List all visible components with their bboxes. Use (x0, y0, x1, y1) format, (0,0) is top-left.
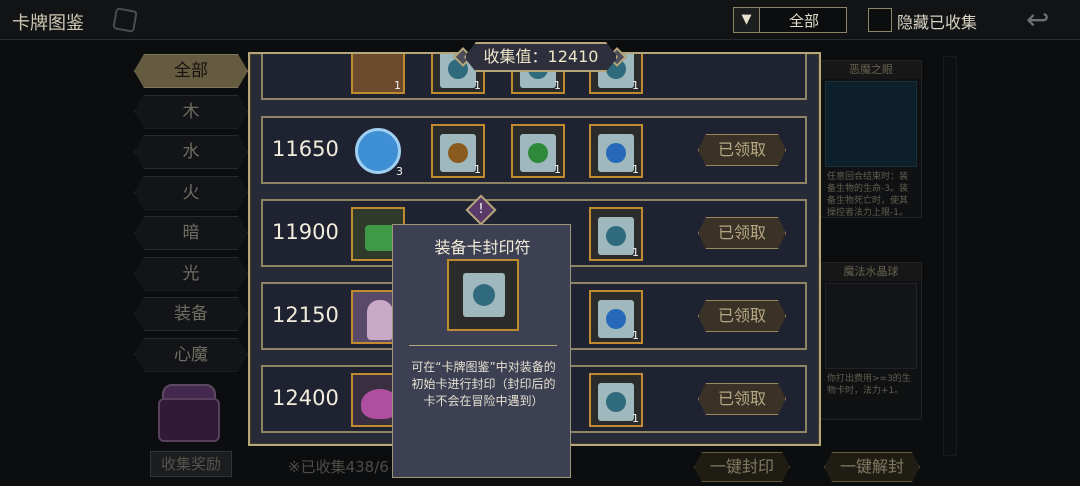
reward-item[interactable]: 1 (589, 124, 643, 178)
reward-item[interactable]: 1 (589, 290, 643, 344)
hide-collected-checkbox[interactable] (868, 8, 892, 32)
back-icon[interactable]: ↩ (1026, 6, 1066, 34)
hide-collected-label: 隐藏已收集 (897, 13, 978, 32)
scroll-icon (520, 134, 556, 172)
table-row: 11650 3 1 1 1 已领取 (261, 116, 807, 184)
scroll-icon (598, 134, 634, 172)
reward-item[interactable]: 1 (589, 373, 643, 427)
scroll-icon (598, 217, 634, 255)
filter-value: 全部 (788, 12, 819, 30)
scroll-icon (598, 300, 634, 338)
claimed-button[interactable]: 已领取 (698, 134, 786, 166)
row-threshold: 11650 (272, 137, 339, 161)
claimed-button[interactable]: 已领取 (698, 217, 786, 249)
green-cube-icon (365, 225, 395, 251)
row-threshold: 11900 (272, 220, 339, 244)
filter-dropdown[interactable]: ▼ 全部 (733, 7, 847, 33)
page-title: 卡牌图鉴 (12, 13, 84, 34)
seal-scroll-icon (447, 259, 519, 331)
scroll-icon (440, 134, 476, 172)
row-threshold: 12150 (272, 303, 339, 327)
portrait-icon (367, 300, 393, 340)
item-tooltip: 装备卡封印符 可在“卡牌图鉴”中对装备的初始卡进行封印（封印后的卡不会在冒险中遇… (392, 224, 571, 478)
blue-gem-icon (355, 128, 401, 174)
reward-item[interactable]: 1 (431, 124, 485, 178)
collect-value-banner: 收集值：12410 (464, 42, 618, 72)
scroll-icon (598, 383, 634, 421)
tooltip-divider (409, 345, 557, 346)
tooltip-title: 装备卡封印符 (434, 238, 531, 257)
reward-item[interactable]: 1 (511, 124, 565, 178)
claimed-button[interactable]: 已领取 (698, 300, 786, 332)
reward-item[interactable]: 3 (351, 124, 405, 178)
reward-item[interactable]: 1 (589, 207, 643, 261)
tooltip-description: 可在“卡牌图鉴”中对装备的初始卡进行封印（封印后的卡不会在冒险中遇到） (411, 360, 556, 408)
row-threshold: 12400 (272, 386, 339, 410)
claimed-button[interactable]: 已领取 (698, 383, 786, 415)
top-bar: 卡牌图鉴 ▼ 全部 隐藏已收集 ↩ (0, 0, 1080, 40)
info-icon[interactable] (112, 7, 138, 33)
chevron-down-icon[interactable]: ▼ (734, 8, 760, 32)
reward-item[interactable]: 1 (351, 54, 405, 94)
